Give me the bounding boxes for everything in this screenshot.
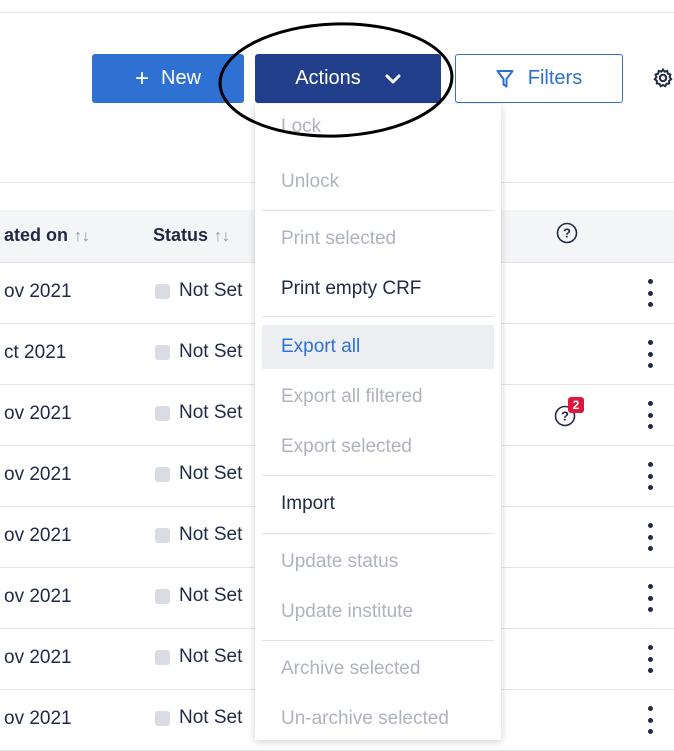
menu-separator bbox=[262, 640, 494, 641]
menu-item-import[interactable]: Import bbox=[255, 493, 501, 515]
status-cell: Not Set bbox=[155, 341, 242, 363]
created-on-cell: ov 2021 bbox=[4, 708, 72, 729]
created-on-cell: ov 2021 bbox=[4, 525, 72, 546]
created-on-cell: ov 2021 bbox=[4, 647, 72, 668]
menu-item-archive-selected[interactable]: Archive selected bbox=[255, 658, 501, 680]
plus-icon: + bbox=[134, 64, 149, 92]
status-indicator bbox=[155, 588, 170, 604]
kebab-icon[interactable] bbox=[643, 340, 657, 368]
svg-text:?: ? bbox=[563, 226, 571, 241]
status-indicator bbox=[155, 466, 170, 482]
menu-separator bbox=[262, 475, 494, 476]
chevron-down-icon bbox=[385, 73, 401, 85]
menu-item-lock[interactable]: Lock bbox=[255, 116, 501, 138]
column-header-status[interactable]: Status ↑↓ bbox=[153, 225, 230, 246]
query-icon[interactable]: ? 2 bbox=[554, 397, 584, 429]
kebab-icon[interactable] bbox=[643, 584, 657, 612]
sort-icon[interactable]: ↑↓ bbox=[74, 228, 90, 245]
actions-dropdown-menu: Lock Unlock Print selected Print empty C… bbox=[255, 104, 501, 740]
created-on-cell: ov 2021 bbox=[4, 281, 72, 302]
status-indicator bbox=[155, 527, 170, 543]
menu-item-update-status[interactable]: Update status bbox=[255, 551, 501, 573]
kebab-icon[interactable] bbox=[643, 706, 657, 734]
kebab-icon[interactable] bbox=[643, 645, 657, 673]
filters-button[interactable]: Filters bbox=[455, 54, 623, 103]
menu-item-print-selected[interactable]: Print selected bbox=[255, 228, 501, 250]
new-button-label: New bbox=[161, 67, 202, 89]
menu-item-print-empty-crf[interactable]: Print empty CRF bbox=[255, 278, 501, 300]
menu-separator bbox=[262, 210, 494, 211]
query-count-badge: 2 bbox=[568, 397, 584, 413]
created-on-cell: ov 2021 bbox=[4, 586, 72, 607]
top-divider bbox=[0, 12, 674, 13]
status-indicator bbox=[155, 710, 170, 726]
status-cell: Not Set bbox=[155, 707, 242, 729]
status-indicator bbox=[155, 283, 170, 299]
sort-icon[interactable]: ↑↓ bbox=[214, 228, 230, 245]
created-on-cell: ov 2021 bbox=[4, 403, 72, 424]
status-cell: Not Set bbox=[155, 280, 242, 302]
kebab-icon[interactable] bbox=[643, 279, 657, 307]
kebab-icon[interactable] bbox=[643, 523, 657, 551]
menu-separator bbox=[262, 533, 494, 534]
status-cell: Not Set bbox=[155, 585, 242, 607]
status-cell: Not Set bbox=[155, 646, 242, 668]
menu-item-export-selected[interactable]: Export selected bbox=[255, 436, 501, 458]
menu-separator bbox=[262, 316, 494, 317]
status-indicator bbox=[155, 344, 170, 360]
created-on-cell: ct 2021 bbox=[4, 342, 67, 363]
question-circle-icon[interactable]: ? bbox=[556, 222, 578, 244]
created-on-cell: ov 2021 bbox=[4, 464, 72, 485]
column-header-created-on[interactable]: ated on ↑↓ bbox=[4, 225, 90, 246]
status-cell: Not Set bbox=[155, 524, 242, 546]
status-indicator bbox=[155, 405, 170, 421]
actions-button-label: Actions bbox=[295, 67, 361, 89]
filters-button-label: Filters bbox=[527, 67, 583, 89]
actions-button[interactable]: Actions bbox=[255, 54, 441, 103]
menu-item-export-all-filtered[interactable]: Export all filtered bbox=[255, 386, 501, 408]
new-button[interactable]: + New bbox=[92, 54, 244, 103]
kebab-icon[interactable] bbox=[643, 401, 657, 429]
kebab-icon[interactable] bbox=[643, 462, 657, 490]
status-indicator bbox=[155, 649, 170, 665]
menu-item-update-institute[interactable]: Update institute bbox=[255, 601, 501, 623]
menu-item-unarchive-selected[interactable]: Un-archive selected bbox=[255, 708, 501, 730]
status-cell: Not Set bbox=[155, 463, 242, 485]
menu-item-unlock[interactable]: Unlock bbox=[255, 171, 501, 193]
menu-item-export-all[interactable]: Export all bbox=[255, 336, 501, 358]
funnel-icon bbox=[496, 69, 514, 89]
gear-icon[interactable] bbox=[652, 67, 674, 89]
status-cell: Not Set bbox=[155, 402, 242, 424]
